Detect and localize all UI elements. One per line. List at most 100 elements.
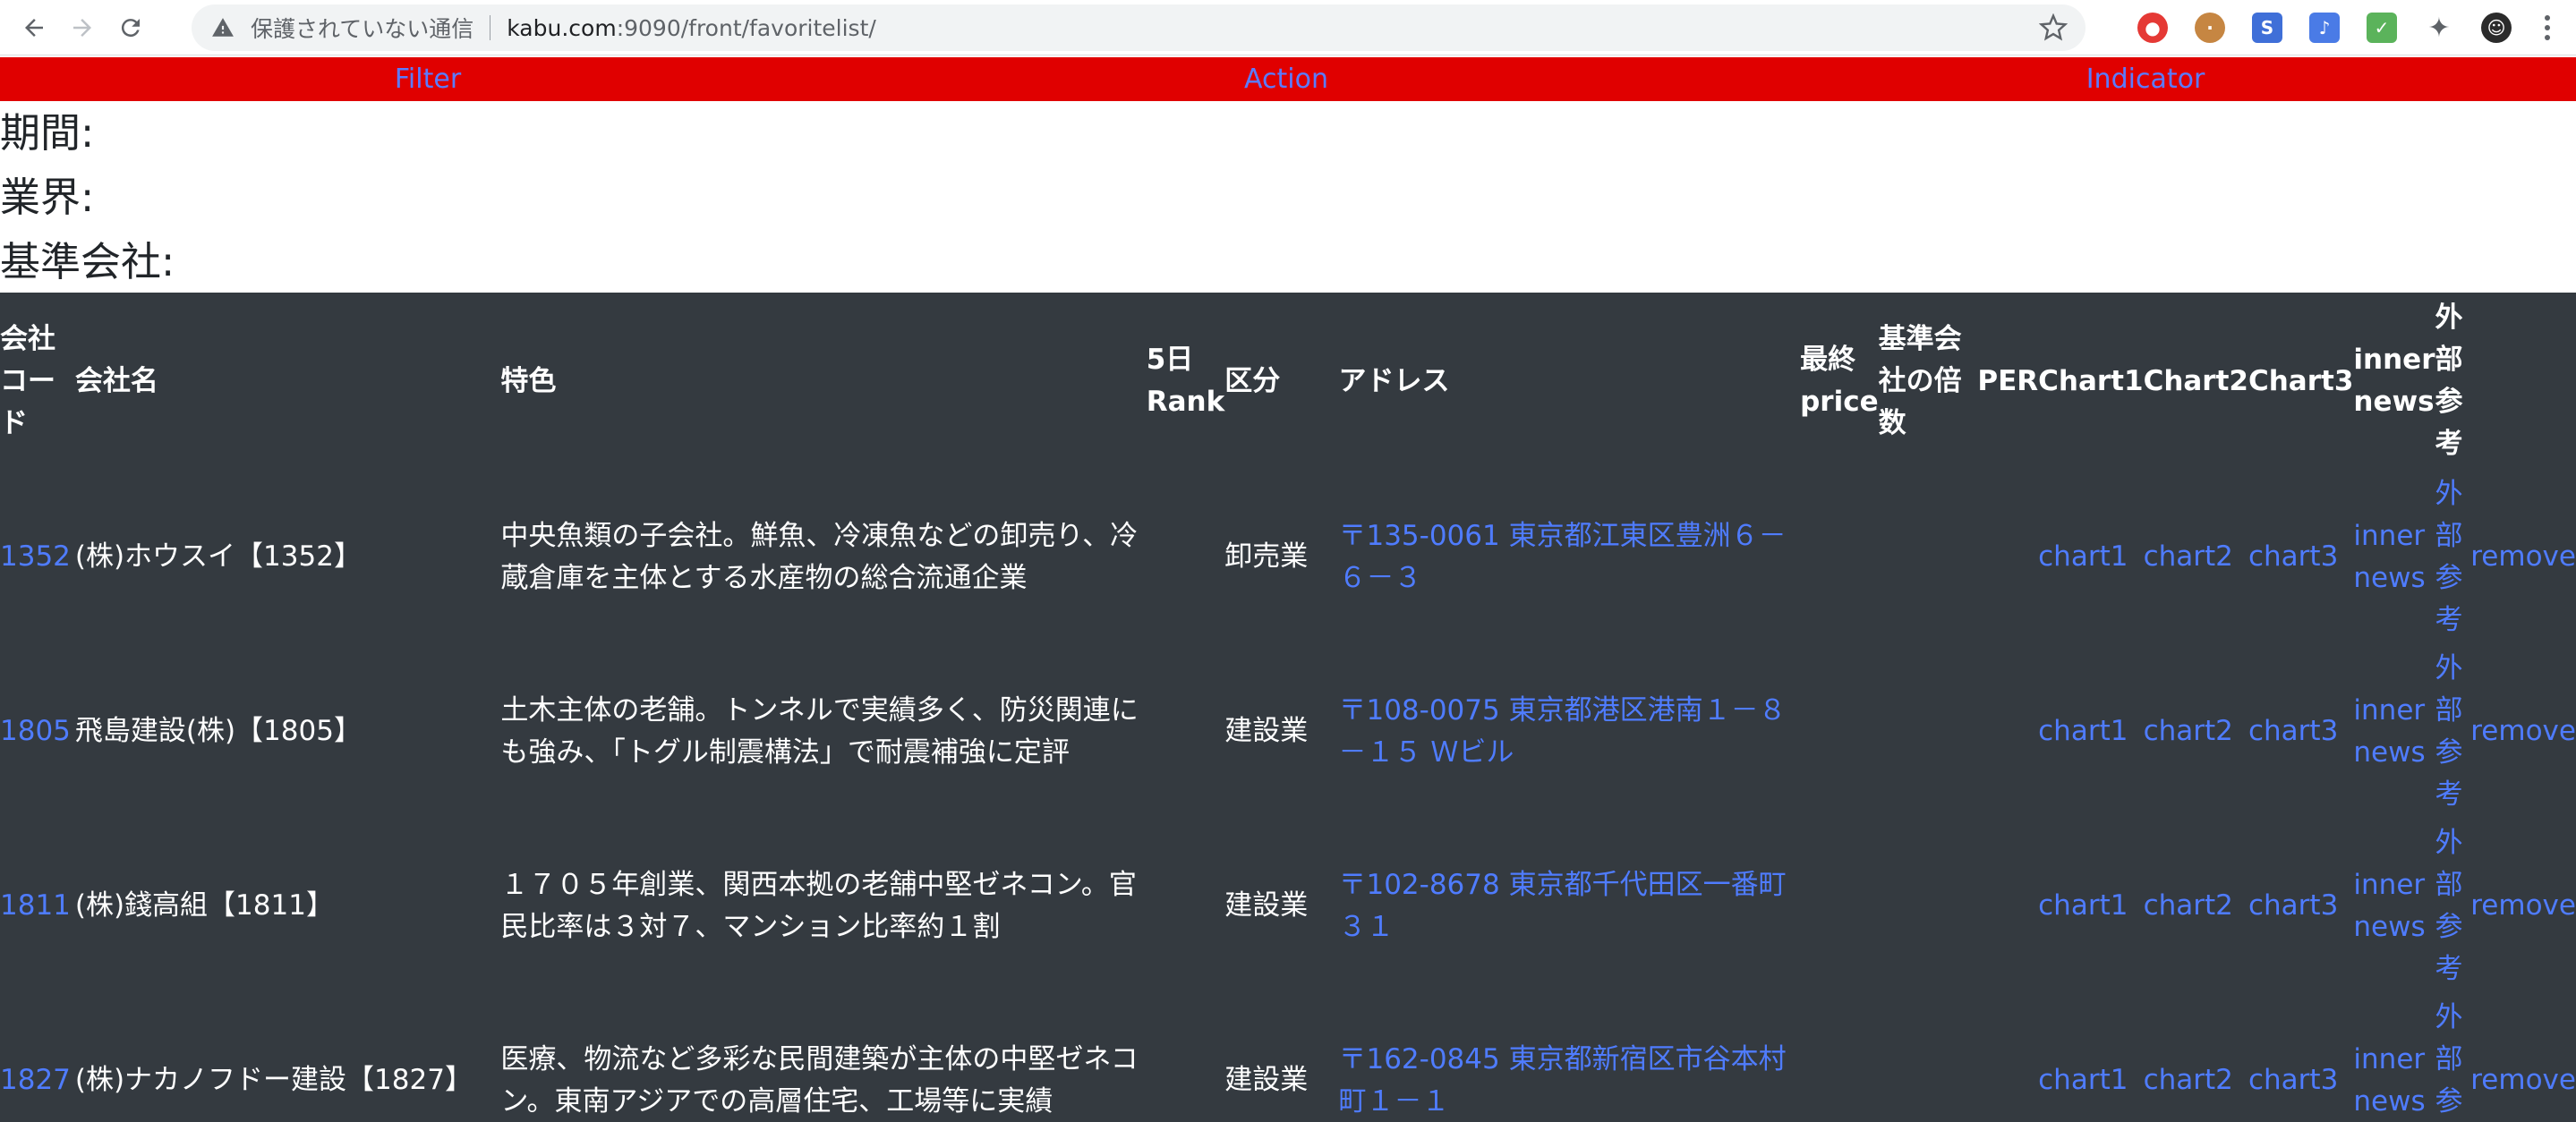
header-multiple: 基準会社の倍数 [1878, 322, 1962, 439]
s-extension-icon[interactable]: S [2252, 13, 2282, 43]
price-cell [1800, 993, 1879, 1122]
back-arrow-icon [25, 18, 43, 37]
favorites-table-container: 会社コード 会社名 特色 5日 Rank 区分 アドレス 最終 price 基準… [0, 293, 2576, 1122]
inner-news-link[interactable]: inner news [2353, 694, 2425, 769]
company-name: 飛島建設(株)【1805】 [74, 715, 362, 747]
chart3-link[interactable]: chart3 [2248, 715, 2338, 747]
nav-action-link[interactable]: Action [1244, 57, 1328, 101]
nav-filter-link[interactable]: Filter [395, 57, 461, 101]
remove-link[interactable]: remove [2470, 715, 2576, 747]
table-row: 1352 (株)ホウスイ【1352】 中央魚類の子会社。鮮魚、冷凍魚などの卸売り… [0, 470, 2576, 644]
company-name: (株)錢高組【1811】 [74, 889, 334, 922]
industry-label: 業界: [0, 174, 95, 221]
company-name: (株)ホウスイ【1352】 [74, 540, 362, 573]
inner-news-link[interactable]: inner news [2353, 1043, 2425, 1118]
base-company-label: 基準会社: [0, 238, 175, 285]
external-reference-link[interactable]: 外部参考 [2435, 1001, 2462, 1122]
bookmark-star-icon[interactable] [2039, 13, 2068, 42]
forward-button[interactable] [61, 6, 104, 49]
rank-cell [1147, 819, 1224, 993]
external-reference-link[interactable]: 外部参考 [2435, 827, 2462, 985]
remove-link[interactable]: remove [2470, 889, 2576, 922]
url-path: :9090/front/favoritelist/ [616, 14, 876, 41]
per-cell [1977, 470, 2038, 644]
profile-avatar-icon[interactable]: ☺ [2481, 13, 2512, 43]
chart2-link[interactable]: chart2 [2144, 889, 2233, 922]
company-feature: 土木主体の老舗。トンネルで実績多く、防災関連にも強み、「トグル制震構法」で耐震補… [500, 693, 1139, 769]
price-cell [1800, 644, 1879, 819]
header-address: アドレス [1338, 364, 1450, 397]
header-inner-news: inner news [2353, 344, 2435, 418]
favorites-table: 会社コード 会社名 特色 5日 Rank 区分 アドレス 最終 price 基準… [0, 293, 2576, 1122]
rank-cell [1147, 993, 1224, 1122]
extensions-area: ● · S ♪ ✓ ✦ ☺ [2137, 0, 2576, 55]
chart1-link[interactable]: chart1 [2038, 889, 2128, 922]
company-feature: 医療、物流など多彩な民間建築が主体の中堅ゼネコン。東南アジアでの高層住宅、工場等… [500, 1042, 1139, 1118]
browser-menu-icon[interactable] [2538, 15, 2556, 40]
header-code: 会社コード [0, 322, 55, 439]
back-button[interactable] [13, 6, 55, 49]
company-code-link[interactable]: 1352 [0, 540, 71, 573]
remove-link[interactable]: remove [2470, 540, 2576, 573]
table-row: 1827 (株)ナカノフドー建設【1827】 医療、物流など多彩な民間建築が主体… [0, 993, 2576, 1122]
per-cell [1977, 819, 2038, 993]
address-link[interactable]: 〒135-0061 東京都江東区豊洲６－６－３ [1338, 520, 1786, 594]
reload-button[interactable] [109, 6, 152, 49]
company-code-link[interactable]: 1827 [0, 1064, 71, 1096]
cookie-extension-icon[interactable]: · [2195, 13, 2225, 43]
forward-arrow-icon [73, 18, 91, 37]
category-cell: 建設業 [1224, 889, 1309, 922]
company-feature: １７０５年創業、関西本拠の老舗中堅ゼネコン。官民比率は３対７、マンション比率約１… [500, 868, 1137, 943]
chart3-link[interactable]: chart3 [2248, 540, 2338, 573]
table-row: 1805 飛島建設(株)【1805】 土木主体の老舗。トンネルで実績多く、防災関… [0, 644, 2576, 819]
shield-extension-icon[interactable]: ✓ [2367, 13, 2397, 43]
header-external: 外部参考 [2435, 302, 2463, 460]
multiple-cell [1879, 993, 1978, 1122]
translate-extension-icon[interactable]: ♪ [2309, 13, 2340, 43]
rank-cell [1147, 470, 1224, 644]
company-feature: 中央魚類の子会社。鮮魚、冷凍魚などの卸売り、冷蔵倉庫を主体とする水産物の総合流通… [500, 519, 1139, 594]
external-reference-link[interactable]: 外部参考 [2435, 478, 2462, 636]
inner-news-link[interactable]: inner news [2353, 869, 2425, 943]
category-cell: 建設業 [1224, 1064, 1309, 1096]
chart1-link[interactable]: chart1 [2038, 1064, 2128, 1096]
remove-link[interactable]: remove [2470, 1064, 2576, 1096]
header-name: 会社名 [74, 364, 158, 397]
multiple-cell [1879, 819, 1978, 993]
table-row: 1811 (株)錢高組【1811】 １７０５年創業、関西本拠の老舗中堅ゼネコン。… [0, 819, 2576, 993]
header-chart2: Chart2 [2143, 364, 2248, 397]
address-link[interactable]: 〒162-0845 東京都新宿区市谷本村町１－１ [1338, 1043, 1786, 1118]
warning-icon [212, 18, 234, 37]
table-header-row: 会社コード 会社名 特色 5日 Rank 区分 アドレス 最終 price 基準… [0, 293, 2576, 470]
header-per: PER [1977, 364, 2039, 397]
company-code-link[interactable]: 1805 [0, 715, 71, 747]
chart1-link[interactable]: chart1 [2038, 715, 2128, 747]
tomato-extension-icon[interactable]: ● [2137, 13, 2168, 43]
chart3-link[interactable]: chart3 [2248, 889, 2338, 922]
inner-news-link[interactable]: inner news [2353, 520, 2425, 594]
address-bar[interactable]: 保護されていない通信 kabu.com:9090/front/favoritel… [192, 4, 2086, 51]
company-code-link[interactable]: 1811 [0, 889, 71, 922]
chart1-link[interactable]: chart1 [2038, 540, 2128, 573]
header-price: 最終 price [1800, 344, 1879, 418]
nav-indicator-link[interactable]: Indicator [2086, 57, 2205, 101]
category-cell: 卸売業 [1224, 540, 1309, 573]
address-link[interactable]: 〒102-8678 東京都千代田区一番町３１ [1338, 869, 1786, 943]
chart2-link[interactable]: chart2 [2144, 540, 2233, 573]
browser-toolbar: 保護されていない通信 kabu.com:9090/front/favoritel… [0, 0, 2576, 55]
rank-cell [1147, 644, 1224, 819]
top-nav-bar: Filter Action Indicator [0, 57, 2576, 101]
chart3-link[interactable]: chart3 [2248, 1064, 2338, 1096]
header-feature: 特色 [500, 364, 557, 397]
category-cell: 建設業 [1224, 715, 1309, 747]
chart2-link[interactable]: chart2 [2144, 1064, 2233, 1096]
url-host: kabu.com [507, 14, 617, 41]
header-category: 区分 [1224, 364, 1281, 397]
address-link[interactable]: 〒108-0075 東京都港区港南１－８－１５ Ｗビル [1338, 694, 1786, 769]
price-cell [1800, 819, 1879, 993]
external-reference-link[interactable]: 外部参考 [2435, 652, 2462, 811]
price-cell [1800, 470, 1879, 644]
chart2-link[interactable]: chart2 [2144, 715, 2233, 747]
company-name: (株)ナカノフドー建設【1827】 [74, 1064, 473, 1096]
puzzle-extensions-icon[interactable]: ✦ [2424, 13, 2454, 44]
